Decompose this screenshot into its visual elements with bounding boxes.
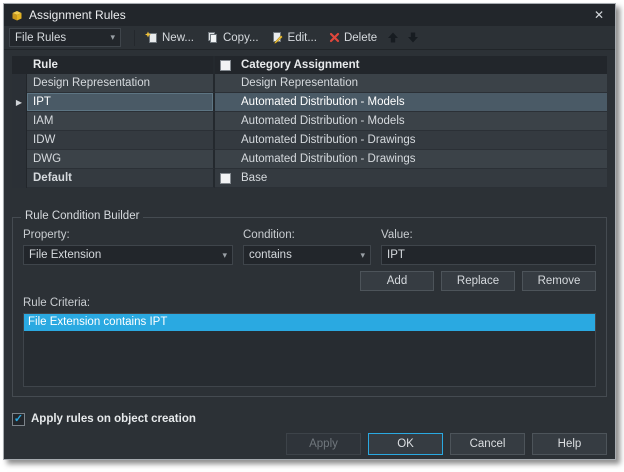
value-label: Value: <box>381 229 413 241</box>
category-cell[interactable]: Automated Distribution - Drawings <box>235 131 607 150</box>
criteria-item[interactable]: File Extension contains IPT <box>24 314 595 331</box>
assignment-rules-window: Assignment Rules ✕ File Rules ▾ New... C… <box>3 3 616 460</box>
apply-rules-row: ✓ Apply rules on object creation <box>12 412 607 426</box>
table-row[interactable]: IDW Automated Distribution - Drawings <box>12 131 607 150</box>
remove-button[interactable]: Remove <box>522 271 596 291</box>
new-button[interactable]: New... <box>140 29 199 46</box>
rule-set-dropdown[interactable]: File Rules ▾ <box>9 28 121 47</box>
edit-button[interactable]: Edit... <box>266 29 322 46</box>
column-header-category[interactable]: Category Assignment <box>235 56 607 74</box>
edit-pencil-icon <box>271 31 284 44</box>
chevron-down-icon: ▾ <box>222 249 227 260</box>
table-row[interactable]: Design Representation Design Representat… <box>12 74 607 93</box>
category-cell[interactable]: Base <box>235 169 607 188</box>
condition-label: Condition: <box>243 229 295 241</box>
row-selector-cell[interactable] <box>12 150 27 169</box>
condition-fields: Property: File Extension ▾ Condition: co… <box>23 226 596 265</box>
footer-buttons: Apply OK Cancel Help <box>12 433 607 455</box>
checkbox-cell[interactable] <box>215 93 235 112</box>
row-selector-cell[interactable] <box>12 112 27 131</box>
replace-button[interactable]: Replace <box>441 271 515 291</box>
groupbox-title: Rule Condition Builder <box>21 210 144 222</box>
copy-button[interactable]: Copy... <box>201 29 264 46</box>
help-button[interactable]: Help <box>532 433 607 455</box>
rule-criteria-list[interactable]: File Extension contains IPT <box>23 313 596 387</box>
move-up-button[interactable] <box>384 29 402 46</box>
rule-cell[interactable]: IPT <box>27 93 215 112</box>
copy-button-label: Copy... <box>222 31 259 44</box>
row-pointer-icon: ▶ <box>15 97 23 107</box>
up-arrow-icon <box>387 31 399 44</box>
add-button[interactable]: Add <box>360 271 434 291</box>
new-button-label: New... <box>162 31 194 44</box>
checkbox-cell[interactable] <box>215 169 235 188</box>
condition-dropdown[interactable]: contains ▾ <box>243 245 371 265</box>
header-selector-cell <box>12 56 27 74</box>
delete-button[interactable]: Delete <box>324 30 382 46</box>
toolbar: File Rules ▾ New... Copy... Edit... Dele… <box>4 26 615 50</box>
property-label: Property: <box>23 229 70 241</box>
value-input[interactable] <box>381 245 596 265</box>
rule-cell[interactable]: IDW <box>27 131 215 150</box>
property-dropdown[interactable]: File Extension ▾ <box>23 245 233 265</box>
table-row[interactable]: IAM Automated Distribution - Models <box>12 112 607 131</box>
ok-button[interactable]: OK <box>368 433 443 455</box>
apply-rules-label: Apply rules on object creation <box>31 413 196 425</box>
rule-set-value: File Rules <box>15 31 67 44</box>
column-header-rule[interactable]: Rule <box>27 56 215 74</box>
property-value: File Extension <box>29 249 102 261</box>
app-icon <box>10 9 24 22</box>
chevron-down-icon: ▾ <box>110 32 115 42</box>
category-cell[interactable]: Automated Distribution - Models <box>235 93 607 112</box>
table-body: Design Representation Design Representat… <box>12 74 607 188</box>
close-button[interactable]: ✕ <box>589 8 609 22</box>
rule-cell[interactable]: Default <box>27 169 215 188</box>
apply-button[interactable]: Apply <box>286 433 361 455</box>
column-header-checkbox-cell <box>215 56 235 74</box>
chevron-down-icon: ▾ <box>360 249 365 260</box>
category-cell[interactable]: Automated Distribution - Models <box>235 112 607 131</box>
checkbox-cell[interactable] <box>215 150 235 169</box>
down-arrow-icon <box>407 31 419 44</box>
checkbox-cell[interactable] <box>215 74 235 93</box>
rule-criteria-label: Rule Criteria: <box>23 297 91 309</box>
row-selector-cell[interactable]: ▶ <box>12 93 27 112</box>
rule-cell[interactable]: DWG <box>27 150 215 169</box>
checkbox-cell[interactable] <box>215 131 235 150</box>
table-row[interactable]: DWG Automated Distribution - Drawings <box>12 150 607 169</box>
rule-condition-builder: Rule Condition Builder Property: File Ex… <box>12 210 607 397</box>
check-icon: ✓ <box>13 412 24 425</box>
row-selector-cell[interactable] <box>12 74 27 93</box>
table-header: Rule Category Assignment <box>12 56 607 74</box>
condition-value: contains <box>249 249 292 261</box>
table-row[interactable]: ▶ IPT Automated Distribution - Models <box>12 93 607 112</box>
titlebar: Assignment Rules ✕ <box>4 4 615 26</box>
category-cell[interactable]: Automated Distribution - Drawings <box>235 150 607 169</box>
row-selector-cell[interactable] <box>12 131 27 150</box>
rule-cell[interactable]: Design Representation <box>27 74 215 93</box>
cancel-button[interactable]: Cancel <box>450 433 525 455</box>
rules-table: Rule Category Assignment Design Represen… <box>12 56 607 188</box>
window-title: Assignment Rules <box>29 8 126 22</box>
select-all-checkbox[interactable] <box>219 59 231 71</box>
move-down-button[interactable] <box>404 29 422 46</box>
row-checkbox[interactable] <box>219 172 231 184</box>
checkbox-cell[interactable] <box>215 112 235 131</box>
apply-rules-checkbox[interactable]: ✓ <box>12 412 25 426</box>
new-document-icon <box>145 31 158 44</box>
delete-x-icon <box>329 32 340 43</box>
copy-icon <box>206 31 219 44</box>
rule-cell[interactable]: IAM <box>27 112 215 131</box>
category-cell[interactable]: Design Representation <box>235 74 607 93</box>
criteria-buttons: Add Replace Remove <box>23 271 596 291</box>
table-row[interactable]: Default Base <box>12 169 607 188</box>
toolbar-separator <box>134 29 135 46</box>
row-selector-cell[interactable] <box>12 169 27 188</box>
delete-button-label: Delete <box>343 31 378 44</box>
edit-button-label: Edit... <box>287 31 317 44</box>
